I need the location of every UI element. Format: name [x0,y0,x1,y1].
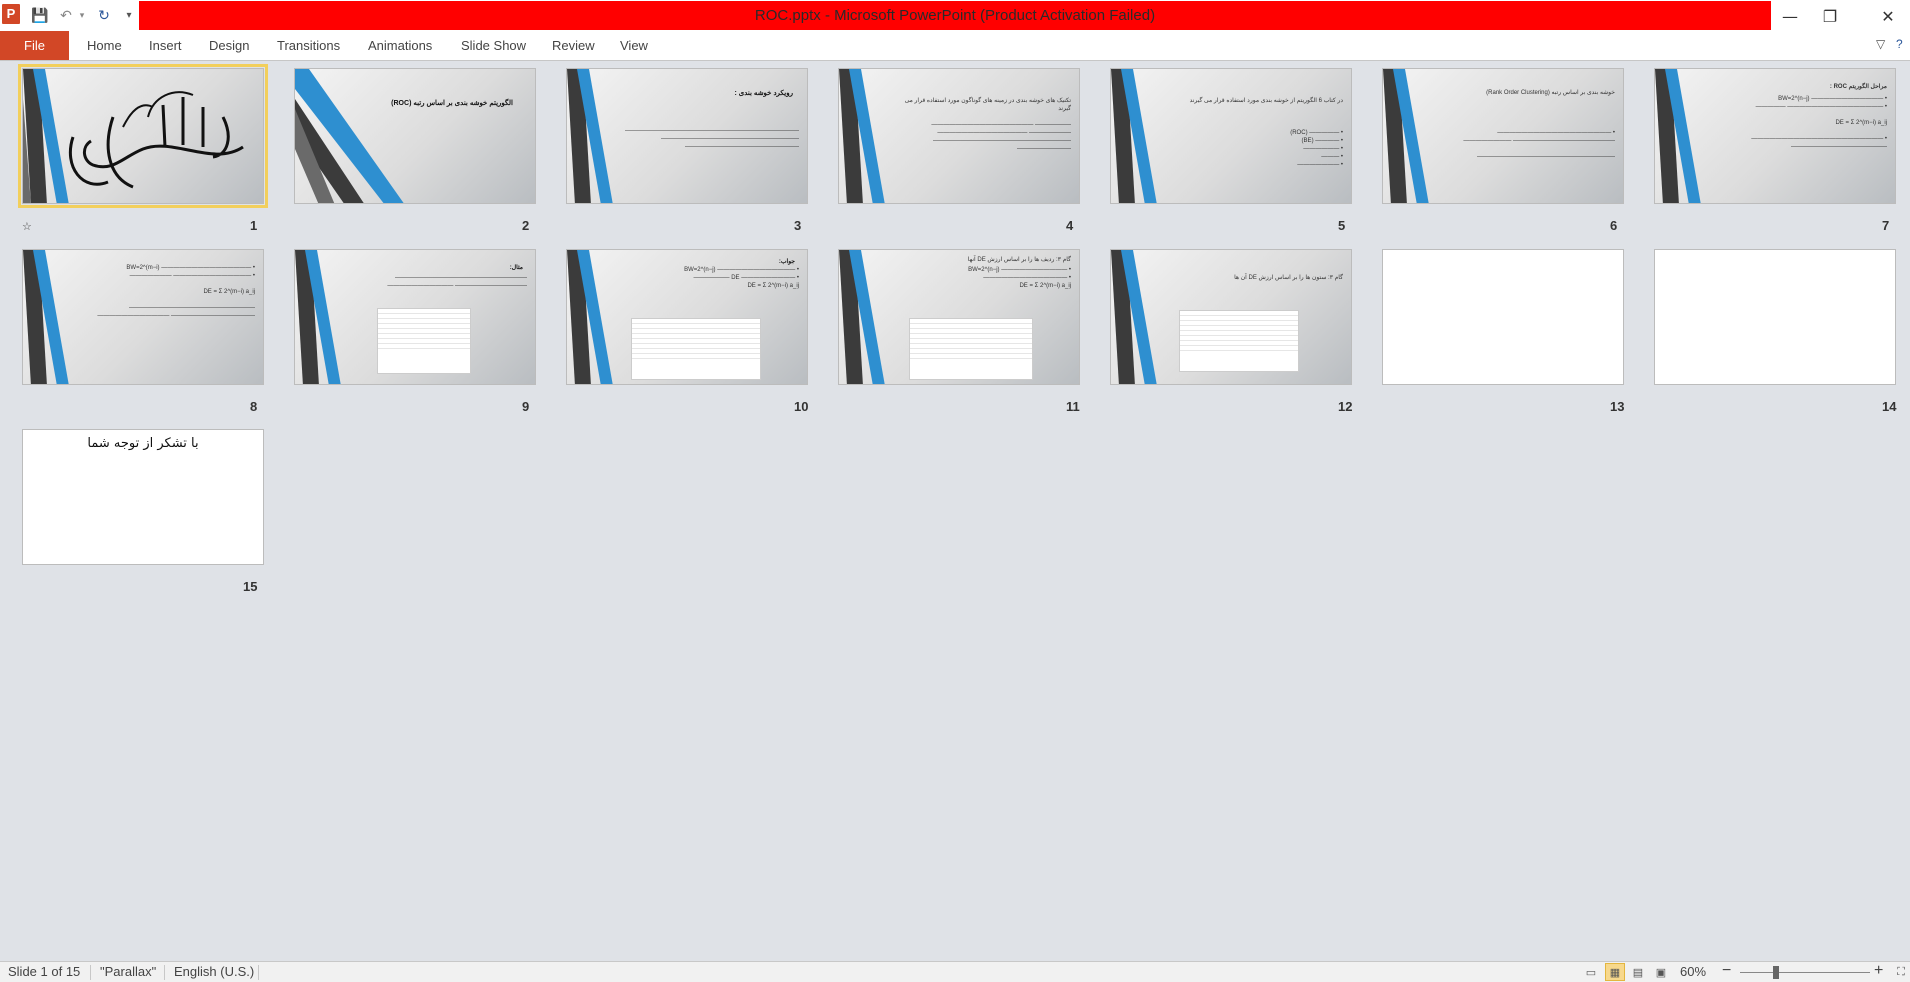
tab-transitions[interactable]: Transitions [277,31,340,60]
slide-number: 3 [794,218,802,233]
slide-number: 8 [250,399,258,414]
undo-dropdown-icon[interactable]: ▾ [72,4,92,26]
slide-number: 9 [522,399,530,414]
matrix-table [1179,310,1299,372]
slide-show-view-icon[interactable]: ▣ [1651,963,1671,981]
slide-thumbnail-11[interactable]: گام ۳: ردیف ها را بر اساس ارزش DE آنها •… [838,249,1080,385]
slide-title: الگوریتم خوشه بندی بر اساس رتبه (ROC) [391,100,513,107]
slide-title: گام ۳: ردیف ها را بر اساس ارزش DE آنها [967,257,1071,263]
minimize-ribbon-icon[interactable]: ▽ [1876,37,1885,51]
tab-review[interactable]: Review [552,31,595,60]
tab-view[interactable]: View [620,31,648,60]
slide-number: 12 [1338,399,1353,414]
slide-number: 14 [1882,399,1897,414]
zoom-slider-thumb[interactable] [1773,966,1780,979]
slide-thumbnail-10[interactable]: جواب: • ————————————— BW=2^(n−j) • ——————… [566,249,808,385]
slide-title: جواب: [778,259,795,265]
tab-design[interactable]: Design [209,31,249,60]
slide-body-text: • ————— (ROC) • ———— (BE) • —————— • ——— • —… [1290,130,1343,168]
theme-stripes [295,69,404,203]
slide-thumbnail-14[interactable] [1654,249,1896,385]
slide-body-text: • ———————————— BW=2^(n−j) • —————————————… [1751,96,1887,150]
slide-thumbnail-15[interactable]: با تشکر از توجه شما [22,429,264,565]
slide-number: 4 [1066,218,1074,233]
help-icon[interactable]: ? [1896,37,1903,51]
slide-thumbnail-1[interactable] [18,64,268,208]
fit-to-window-icon[interactable]: ⛶ [1891,963,1910,981]
tab-home[interactable]: Home [87,31,122,60]
zoom-in-button[interactable]: + [1874,962,1883,980]
matrix-table [631,318,761,380]
slide-title: گام ۳: ستون ها را بر اساس ارزش DE آن ها [1234,275,1343,281]
slide-body-text: • ————————————— BW=2^(n−j) • ————————— DE… [684,267,799,289]
slide-counter[interactable]: Slide 1 of 15 [8,964,80,979]
slide-thumbnail-12[interactable]: گام ۳: ستون ها را بر اساس ارزش DE آن ها [1110,249,1352,385]
window-title: ROC.pptx - Microsoft PowerPoint (Product… [139,1,1771,30]
slide-title: با تشکر از توجه شما [87,436,199,451]
slide-number: 13 [1610,399,1625,414]
file-tab[interactable]: File [0,31,69,60]
tab-slide-show[interactable]: Slide Show [461,31,526,60]
powerpoint-app-icon[interactable]: P [2,4,20,24]
slide-body-text: —————————————————————— ———————————— ————… [387,275,527,289]
slide-number: 10 [794,399,809,414]
zoom-slider[interactable] [1740,972,1870,973]
tab-animations[interactable]: Animations [368,31,432,60]
normal-view-icon[interactable]: ▭ [1581,963,1601,981]
slide-body-text: • ——————————— BW=2^(n−j) • ——————————————… [968,267,1071,289]
redo-icon[interactable]: ↻ [94,4,114,26]
slide-thumbnail-7[interactable]: مراحل الگوریتم ROC : • ———————————— BW=2… [1654,68,1896,204]
matrix-table [909,318,1033,380]
slide-title: رویکرد خوشه بندی : [734,90,794,97]
status-bar: Slide 1 of 15 "Parallax" English (U.S.) … [0,961,1910,982]
divider [90,965,91,980]
slide-title: خوشه بندی بر اساس رتبه (Rank Order Clust… [1486,90,1615,96]
slide-thumbnail-13[interactable] [1382,249,1624,385]
slide-thumbnail-5[interactable]: در کتاب 6 الگوریتم از خوشه بندی مورد است… [1110,68,1352,204]
divider [164,965,165,980]
reading-view-icon[interactable]: ▤ [1628,963,1648,981]
slide-body-text: —————— ————————————————— ——————— ———————… [931,122,1071,152]
minimize-button[interactable]: — [1770,3,1810,29]
animation-star-icon[interactable]: ☆ [22,220,32,233]
divider [258,965,259,980]
zoom-level[interactable]: 60% [1680,964,1706,979]
ribbon-tabs: File Home Insert Design Transitions Anim… [0,31,1910,61]
zoom-out-button[interactable]: − [1722,962,1731,980]
language-indicator[interactable]: English (U.S.) [174,964,254,979]
save-icon[interactable]: 💾 [30,4,50,26]
slide-thumbnail-6[interactable]: خوشه بندی بر اساس رتبه (Rank Order Clust… [1382,68,1624,204]
slide-number: 6 [1610,218,1618,233]
slide-thumbnail-9[interactable]: مثال: —————————————————————— ———————————… [294,249,536,385]
close-button[interactable]: ✕ [1868,3,1908,29]
slide-body-text: • ——————————————— BW=2^(m−i) • ——————————… [97,265,255,319]
slide-body-text: • ——————————————————— ————————————————— … [1463,130,1615,160]
calligraphy-image [68,91,244,189]
theme-name[interactable]: "Parallax" [100,964,156,979]
title-bar: P 💾 ↶ ▾ ↻ ▾ ROC.pptx - Microsoft PowerPo… [0,0,1910,31]
slide-title: مراحل الگوریتم ROC : [1829,84,1887,90]
slide-number: 7 [1882,218,1890,233]
slide-number: 15 [243,579,258,594]
slide-sorter: 1 ☆ الگوریتم خوشه بندی بر اساس رتبه (ROC… [0,62,1910,961]
slide-title: در کتاب 6 الگوریتم از خوشه بندی مورد است… [1189,98,1343,104]
matrix-table [377,308,471,374]
slide-thumbnail-8[interactable]: • ——————————————— BW=2^(m−i) • ——————————… [22,249,264,385]
slide-title: تکنیک های خوشه بندی در زمینه های گوناگون… [904,98,1071,112]
tab-insert[interactable]: Insert [149,31,182,60]
slide-number: 1 [250,218,258,233]
slide-thumbnail-2[interactable]: الگوریتم خوشه بندی بر اساس رتبه (ROC) [294,68,536,204]
slide-thumbnail-4[interactable]: تکنیک های خوشه بندی در زمینه های گوناگون… [838,68,1080,204]
slide-body-text: ————————————————————————————— ——————————… [625,128,799,150]
slide-number: 2 [522,218,530,233]
slide-thumbnail-3[interactable]: رویکرد خوشه بندی : —————————————————————… [566,68,808,204]
slide-number: 11 [1066,399,1080,414]
slide-number: 5 [1338,218,1346,233]
slide-sorter-view-icon[interactable]: ▦ [1605,963,1625,981]
customize-qat-icon[interactable]: ▾ [119,4,139,26]
restore-button[interactable]: ❐ [1810,3,1850,29]
slide-title: مثال: [509,265,523,271]
